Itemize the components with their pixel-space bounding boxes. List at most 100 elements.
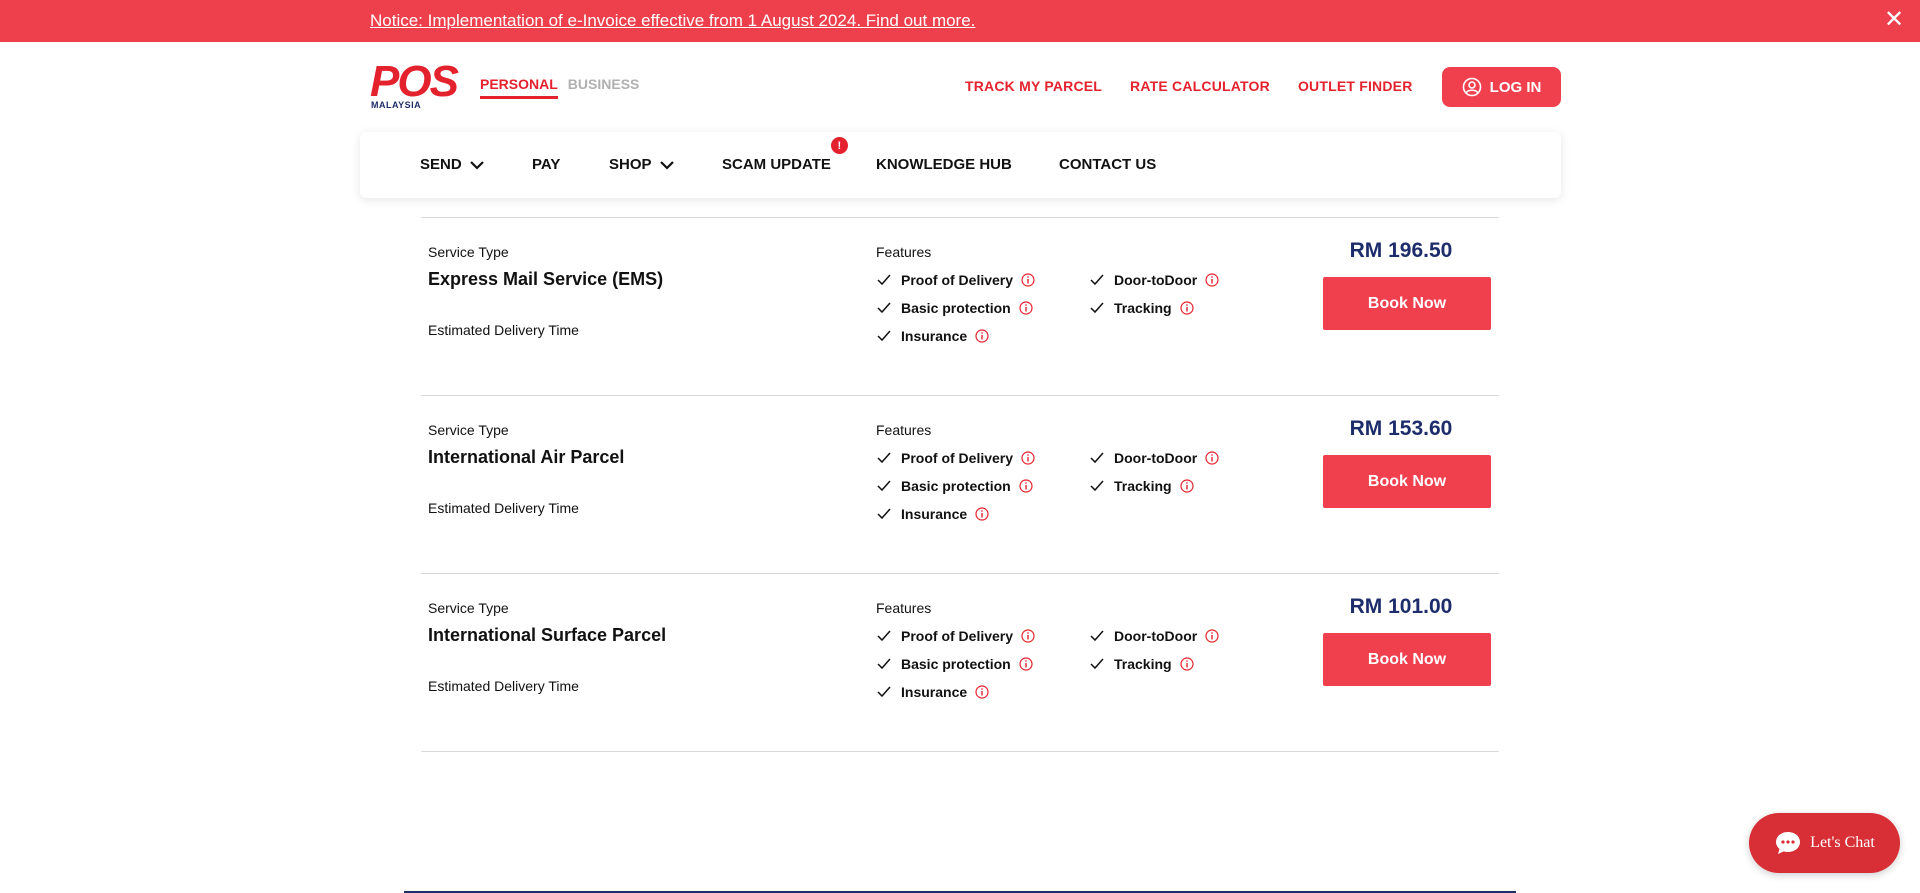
info-icon[interactable] — [975, 507, 989, 521]
pos-malaysia-logo[interactable]: POS MALAYSIA — [370, 57, 459, 112]
book-now-button[interactable]: Book Now — [1323, 633, 1491, 686]
nav-item-label: SHOP — [609, 156, 652, 173]
feature-label: Proof of Delivery — [901, 450, 1014, 466]
info-icon[interactable] — [1179, 657, 1194, 671]
check-icon — [877, 508, 891, 520]
nav-item-label: SCAM UPDATE — [722, 156, 831, 173]
feature-label: Insurance — [901, 328, 968, 344]
rate-calculator-link[interactable]: RATE CALCULATOR — [1130, 78, 1270, 94]
feature-item: Door-toDoor — [1090, 450, 1219, 466]
check-icon — [877, 452, 891, 464]
close-icon[interactable]: ✕ — [1882, 8, 1906, 32]
nav-item-pay[interactable]: PAY — [532, 156, 560, 173]
feature-label: Door-toDoor — [1114, 628, 1198, 644]
chevron-down-icon — [469, 160, 484, 170]
features-label: Features — [876, 422, 932, 438]
info-icon[interactable] — [1179, 301, 1194, 315]
check-icon — [1090, 452, 1104, 464]
feature-label: Tracking — [1114, 478, 1172, 494]
feature-label: Basic protection — [901, 300, 1011, 316]
feature-label: Door-toDoor — [1114, 272, 1198, 288]
feature-item: Basic protection — [877, 478, 1033, 494]
info-icon[interactable] — [1021, 629, 1035, 643]
info-icon[interactable] — [975, 329, 989, 343]
feature-item: Basic protection — [877, 300, 1033, 316]
login-button[interactable]: LOG IN — [1442, 67, 1561, 107]
alert-badge: ! — [830, 137, 848, 154]
divider — [421, 751, 1499, 752]
info-icon[interactable] — [1205, 273, 1219, 287]
feature-label: Tracking — [1114, 656, 1172, 672]
nav-item-label: SEND — [420, 156, 462, 173]
logo-mark: POS — [370, 57, 459, 106]
feature-label: Door-toDoor — [1114, 450, 1198, 466]
feature-item: Tracking — [1090, 300, 1194, 316]
info-icon[interactable] — [1019, 479, 1033, 493]
feature-label: Proof of Delivery — [901, 628, 1014, 644]
feature-item: Tracking — [1090, 656, 1194, 672]
outlet-finder-link[interactable]: OUTLET FINDER — [1298, 78, 1413, 94]
feature-label: Basic protection — [901, 656, 1011, 672]
estimated-delivery-label: Estimated Delivery Time — [428, 678, 579, 694]
check-icon — [877, 330, 891, 342]
info-icon[interactable] — [975, 685, 989, 699]
service-result-row: Service Type International Surface Parce… — [421, 573, 1499, 751]
book-now-button[interactable]: Book Now — [1323, 455, 1491, 508]
info-icon[interactable] — [1179, 479, 1194, 493]
lets-chat-button[interactable]: Let's Chat — [1749, 813, 1900, 873]
check-icon — [1090, 480, 1104, 492]
nav-item-scam-update[interactable]: SCAM UPDATE ! — [722, 137, 848, 173]
price: RM 196.50 — [1349, 239, 1453, 262]
feature-item: Door-toDoor — [1090, 272, 1219, 288]
top-links: TRACK MY PARCEL RATE CALCULATOR OUTLET F… — [965, 78, 1413, 94]
check-icon — [1090, 302, 1104, 314]
feature-label: Basic protection — [901, 478, 1011, 494]
info-icon[interactable] — [1205, 629, 1219, 643]
feature-item: Proof of Delivery — [877, 628, 1035, 644]
nav-item-label: CONTACT US — [1059, 156, 1157, 173]
service-type-label: Service Type — [428, 422, 509, 438]
check-icon — [877, 302, 891, 314]
nav-item-send[interactable]: SEND — [420, 156, 484, 173]
feature-item: Basic protection — [877, 656, 1033, 672]
feature-item: Proof of Delivery — [877, 450, 1035, 466]
check-icon — [1090, 630, 1104, 642]
check-icon — [877, 274, 891, 286]
notice-bar: Notice: Implementation of e-Invoice effe… — [0, 0, 1920, 42]
feature-item: Insurance — [877, 506, 989, 522]
info-icon[interactable] — [1021, 273, 1035, 287]
price: RM 101.00 — [1349, 595, 1453, 618]
tab-personal[interactable]: PERSONAL — [480, 76, 558, 99]
feature-item: Door-toDoor — [1090, 628, 1219, 644]
check-icon — [877, 630, 891, 642]
service-name: International Surface Parcel — [428, 625, 667, 645]
check-icon — [1090, 274, 1104, 286]
estimated-delivery-label: Estimated Delivery Time — [428, 500, 579, 516]
service-name: International Air Parcel — [428, 447, 625, 467]
service-type-label: Service Type — [428, 600, 509, 616]
nav-item-label: PAY — [532, 156, 561, 173]
chevron-down-icon — [659, 160, 674, 170]
nav-item-contact-us[interactable]: CONTACT US — [1059, 156, 1156, 173]
nav-item-knowledge-hub[interactable]: KNOWLEDGE HUB — [876, 156, 1012, 173]
track-my-parcel-link[interactable]: TRACK MY PARCEL — [965, 78, 1102, 94]
service-type-label: Service Type — [428, 244, 509, 260]
check-icon — [877, 686, 891, 698]
tab-business[interactable]: BUSINESS — [568, 76, 640, 99]
feature-label: Insurance — [901, 506, 968, 522]
feature-item: Tracking — [1090, 478, 1194, 494]
info-icon[interactable] — [1021, 451, 1035, 465]
service-result-row: Service Type International Air Parcel Es… — [421, 395, 1499, 573]
nav-item-shop[interactable]: SHOP — [609, 156, 674, 173]
nav-item-label: KNOWLEDGE HUB — [876, 156, 1012, 173]
info-icon[interactable] — [1019, 301, 1033, 315]
feature-item: Insurance — [877, 328, 989, 344]
info-icon[interactable] — [1019, 657, 1033, 671]
chat-bubble-icon — [1776, 832, 1801, 854]
user-icon — [1462, 77, 1481, 97]
info-icon[interactable] — [1205, 451, 1219, 465]
notice-link[interactable]: Notice: Implementation of e-Invoice effe… — [370, 11, 975, 31]
feature-item: Insurance — [877, 684, 989, 700]
book-now-button[interactable]: Book Now — [1323, 277, 1491, 330]
service-name: Express Mail Service (EMS) — [428, 269, 664, 289]
